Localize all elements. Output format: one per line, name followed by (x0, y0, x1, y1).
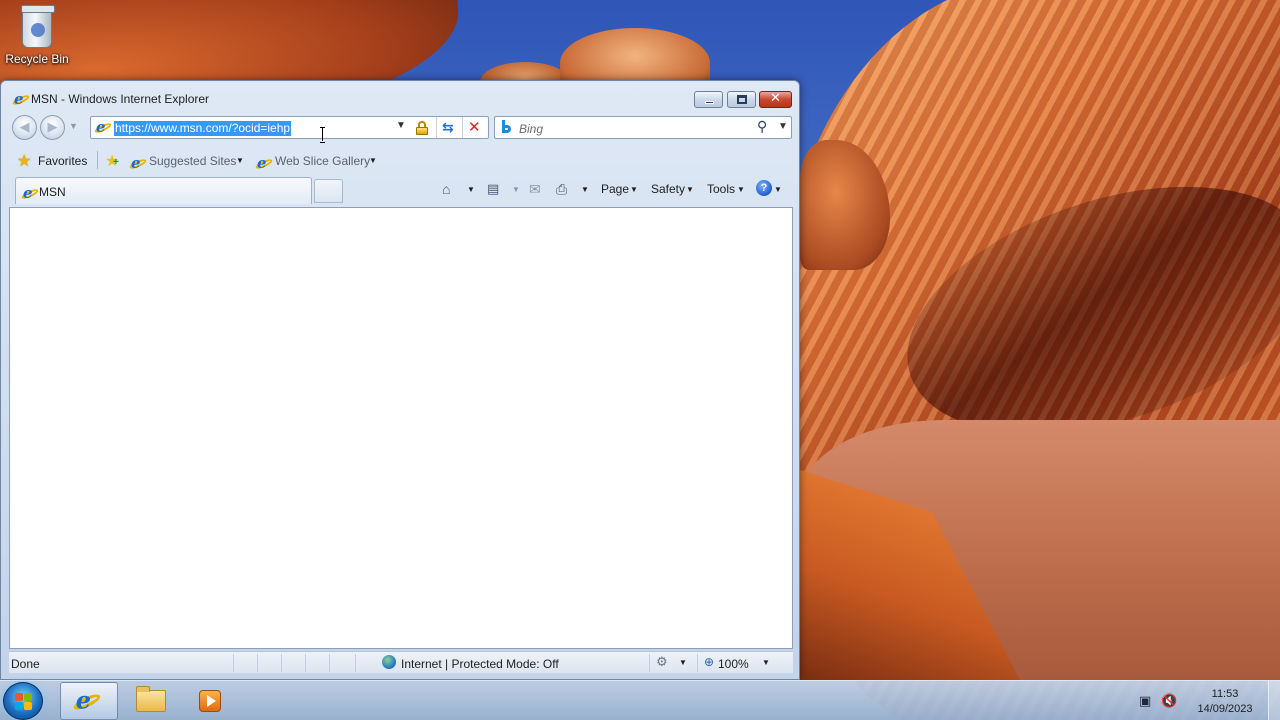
popup-settings-dropdown[interactable]: ▼ (679, 658, 687, 667)
divider (305, 654, 306, 672)
search-options-dropdown[interactable]: ▼ (778, 121, 788, 132)
minimize-icon (705, 101, 714, 104)
search-bar[interactable]: Bing ⚲ ▼ (494, 116, 792, 139)
taskbar: e ▣ 🔇 11:53 14/09/2023 (0, 680, 1280, 720)
clock[interactable]: 11:53 14/09/2023 (1190, 687, 1260, 717)
divider (697, 654, 698, 672)
volume-muted-icon[interactable]: 🔇 (1161, 693, 1177, 709)
recycle-bin-shortcut[interactable]: Recycle Bin (4, 5, 70, 76)
favorites-star-icon: ★ (17, 153, 32, 170)
new-tab-button[interactable] (314, 179, 343, 203)
title-bar[interactable]: e MSN - Windows Internet Explorer ✕ (1, 81, 799, 115)
search-icon[interactable]: ⚲ (757, 118, 767, 135)
clock-date: 14/09/2023 (1197, 703, 1253, 715)
page-content[interactable] (9, 207, 793, 649)
status-text: Done (11, 657, 40, 671)
status-bar: Done Internet | Protected Mode: Off ⚙ ▼ … (9, 651, 793, 673)
navigation-bar: ◀ ▶ ▼ e https://www.msn.com/?ocid=iehp ▼… (1, 115, 799, 143)
window-title: MSN - Windows Internet Explorer (31, 92, 210, 106)
divider (355, 654, 356, 672)
divider (436, 117, 437, 138)
help-dropdown[interactable]: ▼ (774, 185, 782, 194)
zoom-dropdown[interactable]: ▼ (762, 658, 770, 667)
feeds-dropdown[interactable]: ▼ (512, 185, 520, 194)
network-icon[interactable]: ▣ (1139, 693, 1151, 709)
lock-icon[interactable] (415, 121, 429, 135)
ie-icon: e (71, 686, 103, 715)
start-button[interactable] (3, 682, 43, 720)
media-player-icon (199, 690, 221, 712)
print-dropdown[interactable]: ▼ (581, 185, 589, 194)
web-slice-gallery-link[interactable]: Web Slice Gallery (275, 154, 370, 168)
favorites-bar: ★ Favorites ★ + e Suggested Sites ▼ e Web… (1, 147, 799, 173)
address-bar[interactable]: e https://www.msn.com/?ocid=iehp ▼ ⇆ ✕ (90, 116, 489, 139)
suggested-sites-link[interactable]: Suggested Sites (149, 154, 236, 168)
page-dropdown[interactable]: ▼ (630, 185, 638, 194)
zoom-level[interactable]: 100% (718, 657, 749, 671)
tab-label: MSN (39, 185, 66, 199)
divider (329, 654, 330, 672)
taskbar-media-player[interactable] (181, 682, 239, 720)
stop-icon[interactable]: ✕ (468, 118, 481, 136)
taskbar-internet-explorer[interactable]: e (60, 682, 118, 720)
close-button[interactable]: ✕ (759, 90, 792, 108)
divider (649, 654, 650, 672)
divider (462, 117, 463, 138)
forward-button[interactable]: ▶ (40, 115, 65, 140)
internet-zone-icon (382, 655, 396, 669)
address-input[interactable]: https://www.msn.com/?ocid=iehp (114, 121, 292, 136)
refresh-icon[interactable]: ⇆ (442, 119, 454, 136)
security-zone[interactable]: Internet | Protected Mode: Off (401, 657, 559, 671)
favorites-button[interactable]: Favorites (38, 154, 87, 168)
search-input[interactable]: Bing (519, 122, 543, 136)
recycle-bin-label: Recycle Bin (5, 52, 69, 66)
web-slice-gallery-icon: e (254, 154, 274, 172)
safety-menu[interactable]: Safety (651, 182, 685, 196)
divider (281, 654, 282, 672)
text-cursor-icon (320, 127, 325, 143)
minimize-button[interactable] (694, 91, 723, 108)
web-slice-gallery-dropdown[interactable]: ▼ (369, 156, 377, 165)
taskbar-windows-explorer[interactable] (122, 682, 180, 720)
divider (257, 654, 258, 672)
suggested-sites-icon: e (128, 154, 148, 172)
print-icon[interactable]: ⎙ (556, 181, 567, 198)
home-icon[interactable]: ⌂ (442, 181, 450, 197)
mail-icon[interactable]: ✉ (529, 181, 541, 198)
popup-settings-icon[interactable]: ⚙ (656, 654, 668, 670)
tab-ie-icon: e (20, 184, 40, 202)
forward-arrow-icon: ▶ (47, 119, 58, 134)
tools-dropdown[interactable]: ▼ (737, 185, 745, 194)
windows-logo-icon (15, 693, 33, 711)
maximize-icon (737, 95, 747, 104)
close-icon: ✕ (770, 90, 781, 105)
folder-icon (136, 686, 166, 712)
command-bar: e MSN ⌂ ▼ ▤ ▼ ✉ ⎙ ▼ Page ▼ Safety ▼ Tool… (1, 175, 799, 205)
clock-time: 11:53 (1211, 688, 1239, 700)
divider (233, 654, 234, 672)
maximize-button[interactable] (727, 91, 756, 108)
help-icon[interactable]: ? (756, 180, 772, 196)
bing-icon (501, 120, 511, 134)
safety-dropdown[interactable]: ▼ (686, 185, 694, 194)
zoom-icon: ⊕ (704, 655, 715, 669)
recycle-bin-icon (21, 5, 55, 48)
back-button[interactable]: ◀ (12, 115, 37, 140)
tab-msn[interactable]: e MSN (15, 177, 312, 204)
suggested-sites-dropdown[interactable]: ▼ (236, 156, 244, 165)
back-arrow-icon: ◀ (19, 119, 30, 134)
tools-menu[interactable]: Tools (707, 182, 735, 196)
home-dropdown[interactable]: ▼ (467, 185, 475, 194)
feeds-icon[interactable]: ▤ (487, 181, 499, 197)
address-dropdown[interactable]: ▼ (396, 120, 406, 131)
ie-icon: e (11, 90, 31, 108)
page-menu[interactable]: Page (601, 182, 629, 196)
show-desktop-button[interactable] (1268, 681, 1280, 720)
recent-pages-dropdown[interactable]: ▼ (69, 121, 78, 131)
page-ie-icon: e (93, 118, 113, 136)
add-to-favorites-bar-icon[interactable]: ★ + (105, 151, 119, 171)
divider (97, 151, 98, 169)
ie-window: e MSN - Windows Internet Explorer ✕ ◀ ▶ … (0, 80, 800, 680)
